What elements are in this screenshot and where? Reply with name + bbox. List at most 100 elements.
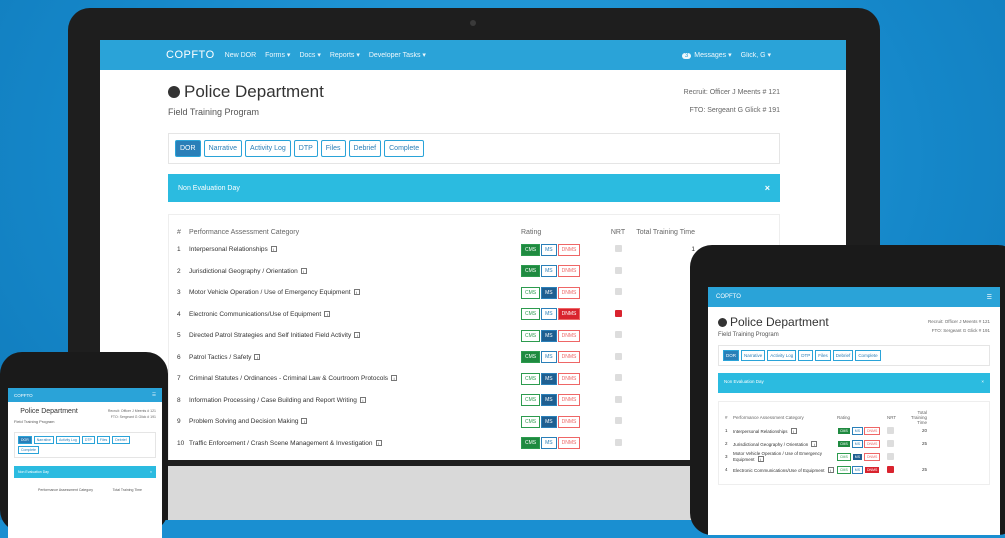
rating-ms-button[interactable]: MS <box>541 415 557 428</box>
phone-tab-activity-log[interactable]: Activity Log <box>55 436 80 444</box>
tablet-tab-files[interactable]: Files <box>815 350 831 361</box>
tab-files[interactable]: Files <box>320 140 346 157</box>
nrt-checkbox[interactable] <box>887 426 894 434</box>
tab-activity-log[interactable]: Activity Log <box>244 140 291 157</box>
info-icon[interactable]: i <box>757 456 764 462</box>
hamburger-icon[interactable]: ☰ <box>987 294 992 301</box>
rating-ms-button[interactable]: MS <box>541 286 557 299</box>
rating-dnms-button[interactable]: DNMS <box>557 329 581 342</box>
rating-dnms-button[interactable]: DNMS <box>557 437 581 450</box>
tab-dtp[interactable]: DTP <box>293 140 318 157</box>
info-icon[interactable]: i <box>811 440 818 447</box>
nrt-checkbox[interactable] <box>614 288 622 296</box>
rating-ms-button[interactable]: MS <box>851 439 864 448</box>
rating-ms-button[interactable]: MS <box>541 308 557 321</box>
info-icon[interactable]: i <box>359 396 366 403</box>
rating-cms-button[interactable]: CMS <box>521 394 541 407</box>
close-icon[interactable]: × <box>765 183 770 193</box>
close-icon[interactable]: × <box>981 379 984 387</box>
nav-docs[interactable]: Docs ▾ <box>299 51 320 59</box>
rating-cms-button[interactable]: CMS <box>521 243 541 256</box>
info-icon[interactable]: i <box>301 418 308 425</box>
nrt-checkbox[interactable] <box>614 395 622 403</box>
phone-tab-dor[interactable]: DOR <box>18 436 32 444</box>
rating-ms-button[interactable]: MS <box>541 394 557 407</box>
info-icon[interactable]: i <box>324 310 331 317</box>
nrt-checkbox[interactable] <box>614 245 622 253</box>
info-icon[interactable]: i <box>391 375 398 382</box>
nav-forms[interactable]: Forms ▾ <box>265 51 290 59</box>
nrt-checkbox[interactable] <box>887 439 894 447</box>
phone-tab-complete[interactable]: Complete <box>18 446 39 454</box>
nav-messages[interactable]: 3 Messages ▾ <box>681 51 732 59</box>
tab-narrative[interactable]: Narrative <box>203 140 242 157</box>
tab-dor[interactable]: DOR <box>175 140 201 157</box>
rating-dnms-button[interactable]: DNMS <box>864 452 881 461</box>
info-icon[interactable]: i <box>254 353 261 360</box>
info-icon[interactable]: i <box>790 427 797 434</box>
rating-cms-button[interactable]: CMS <box>521 437 541 450</box>
nrt-checkbox[interactable] <box>614 331 622 339</box>
rating-ms-button[interactable]: MS <box>851 452 864 461</box>
nrt-checkbox[interactable] <box>614 438 622 446</box>
rating-cms-button[interactable]: CMS <box>521 286 541 299</box>
phone-brand[interactable]: COPFTO <box>14 393 33 398</box>
rating-cms-button[interactable]: CMS <box>837 426 851 435</box>
rating-dnms-button[interactable]: DNMS <box>864 426 881 435</box>
rating-dnms-button[interactable]: DNMS <box>557 415 581 428</box>
rating-cms-button[interactable]: CMS <box>521 329 541 342</box>
rating-ms-button[interactable]: MS <box>541 243 557 256</box>
info-icon[interactable]: i <box>270 246 277 253</box>
info-icon[interactable]: i <box>300 267 307 274</box>
phone-tab-narrative[interactable]: Narrative <box>33 436 54 444</box>
nrt-checkbox[interactable] <box>614 266 622 274</box>
tablet-tab-dtp[interactable]: DTP <box>798 350 814 361</box>
tablet-tab-dor[interactable]: DOR <box>723 350 739 361</box>
rating-ms-button[interactable]: MS <box>541 372 557 385</box>
nav-new-dor[interactable]: New DOR <box>225 52 257 59</box>
phone-tab-files[interactable]: Files <box>96 436 111 444</box>
rating-dnms-button[interactable]: DNMS <box>557 394 581 407</box>
rating-cms-button[interactable]: CMS <box>521 372 541 385</box>
nrt-checkbox[interactable] <box>614 352 622 360</box>
rating-cms-button[interactable]: CMS <box>521 308 541 321</box>
tablet-tab-debrief[interactable]: Debrief <box>832 350 854 361</box>
tablet-brand[interactable]: COPFTO <box>716 294 741 300</box>
rating-ms-button[interactable]: MS <box>541 351 557 364</box>
rating-cms-button[interactable]: CMS <box>521 265 541 278</box>
nav-developer-tasks[interactable]: Developer Tasks ▾ <box>369 51 426 59</box>
nrt-checkbox[interactable] <box>887 465 894 473</box>
rating-dnms-button[interactable]: DNMS <box>557 286 581 299</box>
tab-debrief[interactable]: Debrief <box>348 140 382 157</box>
rating-cms-button[interactable]: CMS <box>521 351 541 364</box>
rating-cms-button[interactable]: CMS <box>521 415 541 428</box>
phone-tab-dtp[interactable]: DTP <box>81 436 95 444</box>
tablet-tab-activity-log[interactable]: Activity Log <box>767 350 797 361</box>
rating-cms-button[interactable]: CMS <box>837 439 851 448</box>
rating-dnms-button[interactable]: DNMS <box>557 372 581 385</box>
rating-ms-button[interactable]: MS <box>851 426 864 435</box>
rating-ms-button[interactable]: MS <box>851 465 864 474</box>
close-icon[interactable]: × <box>150 470 152 474</box>
rating-dnms-button[interactable]: DNMS <box>557 243 581 256</box>
brand-logo[interactable]: COPFTO <box>166 49 215 61</box>
tab-complete[interactable]: Complete <box>384 140 425 157</box>
rating-dnms-button[interactable]: DNMS <box>864 439 881 448</box>
tablet-tab-complete[interactable]: Complete <box>855 350 881 361</box>
tablet-tab-narrative[interactable]: Narrative <box>741 350 766 361</box>
info-icon[interactable]: i <box>354 332 361 339</box>
rating-ms-button[interactable]: MS <box>541 437 557 450</box>
rating-dnms-button[interactable]: DNMS <box>864 465 881 474</box>
nrt-checkbox[interactable] <box>614 417 622 425</box>
rating-ms-button[interactable]: MS <box>541 329 557 342</box>
nav-reports[interactable]: Reports ▾ <box>330 51 360 59</box>
info-icon[interactable]: i <box>353 289 360 296</box>
nav-user-menu[interactable]: Glick, G ▾ <box>741 51 771 59</box>
nrt-checkbox[interactable] <box>887 452 894 460</box>
rating-cms-button[interactable]: CMS <box>837 452 851 461</box>
rating-dnms-button[interactable]: DNMS <box>557 308 581 321</box>
phone-tab-debrief[interactable]: Debrief <box>112 436 130 444</box>
rating-ms-button[interactable]: MS <box>541 265 557 278</box>
hamburger-icon[interactable]: ☰ <box>152 392 156 398</box>
info-icon[interactable]: i <box>827 466 834 473</box>
